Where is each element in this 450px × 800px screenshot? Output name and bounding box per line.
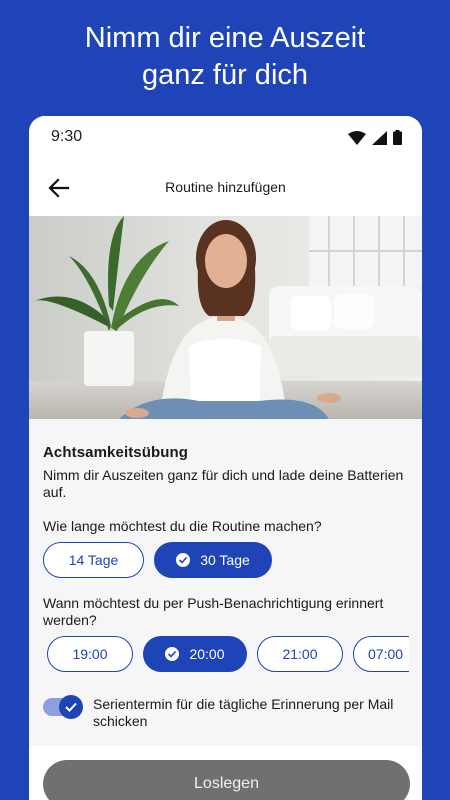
reminder-option-1900[interactable]: 19:00 — [47, 636, 133, 672]
routine-form: Achtsamkeitsübung Nimm dir Auszeiten gan… — [43, 444, 410, 730]
promo-headline: Nimm dir eine Auszeit ganz für dich — [0, 20, 450, 94]
check-icon — [59, 695, 83, 719]
phone-frame: 9:30 Routine hinzufügen Achtsamkeitsübun… — [29, 116, 422, 800]
mail-reminder-option: Serientermin für die tägliche Erinnerung… — [43, 695, 410, 730]
exercise-description: Nimm dir Auszeiten ganz für dich und lad… — [43, 467, 404, 500]
cellular-signal-icon — [372, 130, 387, 145]
duration-option-14-days[interactable]: 14 Tage — [43, 542, 144, 578]
duration-option-30-days[interactable]: 30 Tage — [154, 542, 272, 578]
mail-reminder-label: Serientermin für die tägliche Erinnerung… — [93, 696, 394, 729]
exercise-title: Achtsamkeitsübung — [43, 444, 189, 461]
meditation-photo — [29, 216, 422, 419]
duration-question: Wie lange möchtest du die Routine machen… — [43, 518, 322, 534]
status-bar: 9:30 — [29, 116, 422, 160]
headline-line-1: Nimm dir eine Auszeit — [84, 22, 366, 54]
reminder-option-label: 21:00 — [282, 646, 318, 662]
status-icons — [348, 130, 402, 145]
check-circle-icon — [176, 553, 191, 567]
reminder-time-options: 19:00 20:00 21:00 07:00 — [47, 636, 409, 672]
reminder-option-0700[interactable]: 07:00 — [353, 636, 409, 672]
reminder-option-label: 20:00 — [189, 646, 225, 662]
reminder-option-label: 19:00 — [72, 646, 108, 662]
duration-options: 14 Tage 30 Tage — [43, 542, 410, 578]
status-time: 9:30 — [51, 128, 83, 145]
reminder-question: Wann möchtest du per Push-Benachrichtigu… — [43, 595, 384, 628]
wifi-icon — [348, 130, 366, 145]
reminder-option-2000[interactable]: 20:00 — [143, 636, 247, 672]
reminder-option-2100[interactable]: 21:00 — [257, 636, 343, 672]
page-title: Routine hinzufügen — [165, 179, 286, 195]
reminder-option-label: 07:00 — [368, 646, 404, 662]
headline-line-2: ganz für dich — [141, 59, 309, 91]
check-circle-icon — [165, 647, 180, 661]
battery-icon — [393, 130, 402, 145]
bottom-action-bar: Loslegen — [29, 746, 422, 800]
duration-option-label: 30 Tage — [200, 552, 250, 568]
start-button[interactable]: Loslegen — [43, 760, 410, 800]
app-bar: Routine hinzufügen — [29, 160, 422, 216]
duration-option-label: 14 Tage — [68, 552, 119, 568]
hero-image — [29, 216, 422, 419]
mail-reminder-toggle[interactable] — [43, 695, 83, 719]
